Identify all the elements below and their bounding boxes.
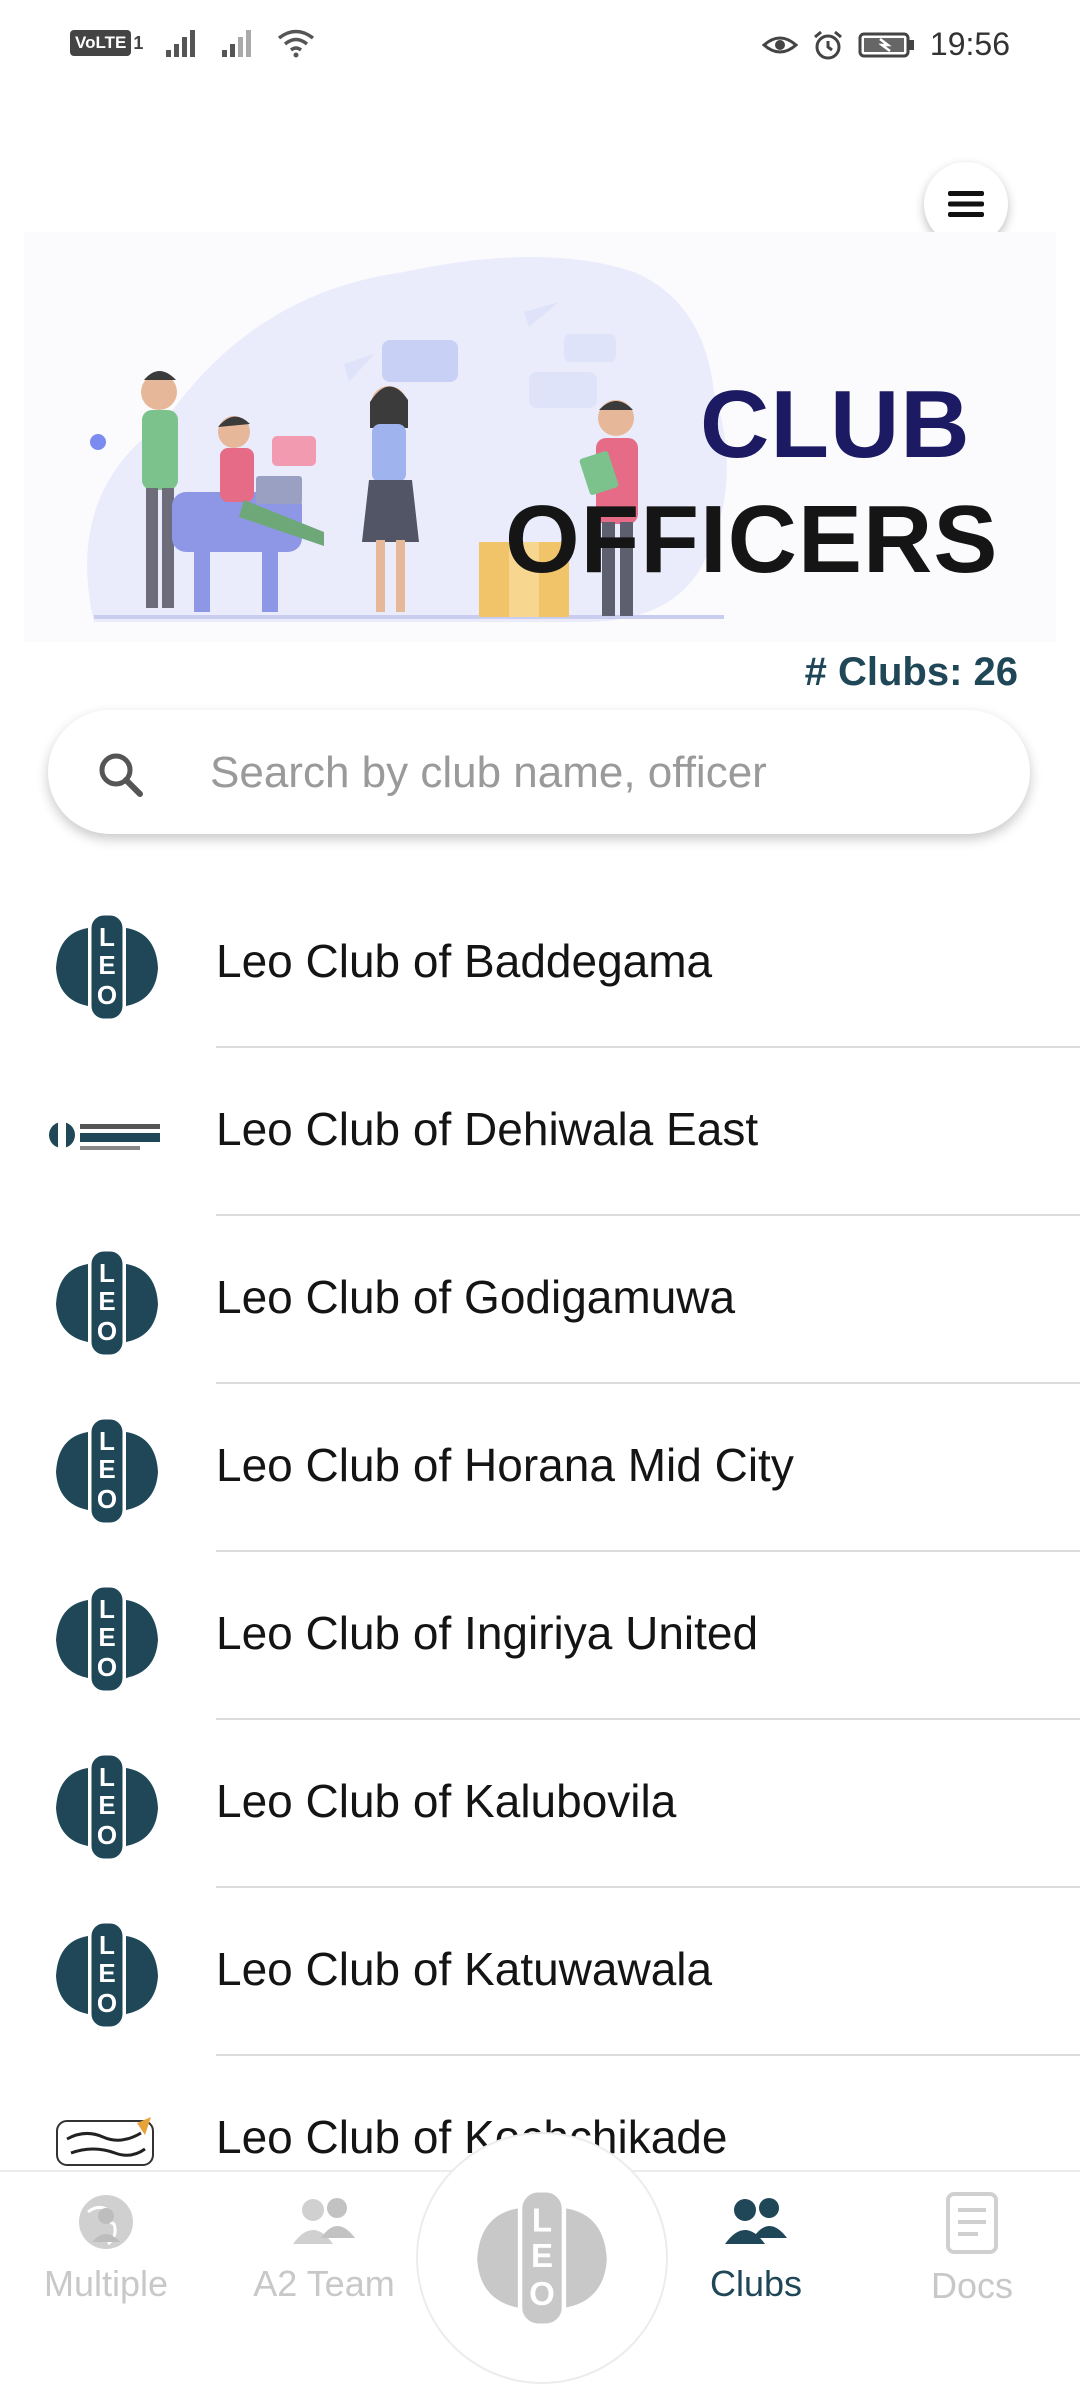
- search-input[interactable]: [208, 740, 992, 806]
- svg-text:E: E: [98, 1958, 115, 1988]
- banner-title-club: CLUB: [700, 371, 971, 478]
- leo-logo-icon: L E O: [477, 2188, 607, 2328]
- list-item[interactable]: L E O Leo Club of Ingiriya United: [0, 1552, 1080, 1720]
- globe-person-icon: [79, 2195, 133, 2249]
- svg-text:E: E: [531, 2238, 553, 2275]
- nav-a2-team[interactable]: A2 Team: [224, 2192, 424, 2305]
- hamburger-icon: [948, 191, 984, 217]
- club-name: Leo Club of Godigamuwa: [216, 1271, 736, 1323]
- banner-title-officers: OFFICERS: [505, 486, 999, 593]
- alarm-icon: [813, 30, 842, 59]
- svg-text:L: L: [99, 1930, 115, 1960]
- svg-text:O: O: [97, 1316, 117, 1346]
- wifi-icon: [278, 29, 315, 58]
- nav-multiple[interactable]: Multiple: [6, 2192, 206, 2305]
- list-item[interactable]: L E O Leo Club of Horana Mid City: [0, 1384, 1080, 1552]
- nav-home-leo[interactable]: L E O: [416, 2132, 668, 2384]
- volte-label: VoLTE: [70, 30, 132, 56]
- list-item[interactable]: L E O Leo Club of Baddegama: [0, 880, 1080, 1048]
- nav-docs[interactable]: Docs: [872, 2192, 1072, 2307]
- leo-logo-icon: L E O: [48, 1580, 166, 1698]
- nav-clubs[interactable]: Clubs: [656, 2192, 856, 2305]
- dehiwala-logo-icon: [48, 1076, 166, 1194]
- svg-text:L: L: [99, 1762, 115, 1792]
- volte-indicator: VoLTE 1: [70, 30, 143, 56]
- club-name: Leo Club of Baddegama: [216, 935, 713, 987]
- nav-label-docs: Docs: [930, 2265, 1014, 2306]
- svg-text:L: L: [99, 1426, 115, 1456]
- svg-text:L: L: [99, 1258, 115, 1288]
- eye-icon: [761, 36, 798, 53]
- signal-icon: [166, 30, 196, 57]
- svg-text:O: O: [529, 2276, 555, 2313]
- clubs-count: # Clubs: 26: [804, 650, 1018, 694]
- svg-text:O: O: [97, 1484, 117, 1514]
- leo-logo-icon: L E O: [48, 908, 166, 1026]
- svg-text:E: E: [98, 950, 115, 980]
- svg-text:E: E: [98, 1454, 115, 1484]
- nav-label-clubs: Clubs: [709, 2263, 803, 2304]
- clock: 19:56: [929, 26, 1010, 62]
- leo-logo-icon: L E O: [48, 1748, 166, 1866]
- status-left: VoLTE 1: [70, 28, 315, 58]
- club-name: Leo Club of Ingiriya United: [216, 1607, 759, 1659]
- list-item[interactable]: Leo Club of Dehiwala East: [0, 1048, 1080, 1216]
- status-right: 19:56: [761, 26, 1010, 63]
- svg-text:E: E: [98, 1790, 115, 1820]
- bottom-nav: Multiple A2 Team L E O Clubs Docs: [0, 2132, 1080, 2384]
- svg-text:O: O: [97, 1820, 117, 1850]
- club-name: Leo Club of Dehiwala East: [216, 1103, 759, 1155]
- signal-icon-2: [222, 30, 252, 57]
- svg-text:L: L: [99, 1594, 115, 1624]
- search-icon: [99, 753, 143, 797]
- leo-logo-icon: L E O: [48, 1244, 166, 1362]
- leo-logo-icon: L E O: [48, 1412, 166, 1530]
- svg-text:L: L: [532, 2202, 552, 2239]
- document-icon: [946, 2192, 998, 2254]
- battery-icon: [858, 32, 914, 57]
- nav-label-multiple: Multiple: [43, 2263, 169, 2304]
- svg-text:E: E: [98, 1622, 115, 1652]
- nav-label-a2-team: A2 Team: [253, 2263, 395, 2304]
- list-item[interactable]: L E O Leo Club of Kalubovila: [0, 1720, 1080, 1888]
- club-name: Leo Club of Katuwawala: [216, 1943, 713, 1995]
- leo-logo-icon: L E O: [48, 1916, 166, 2034]
- list-item[interactable]: L E O Leo Club of Godigamuwa: [0, 1216, 1080, 1384]
- svg-text:O: O: [97, 980, 117, 1010]
- volte-sub-label: 1: [133, 32, 144, 53]
- svg-text:O: O: [97, 1652, 117, 1682]
- svg-text:E: E: [98, 1286, 115, 1316]
- status-bar: VoLTE 1 19:56: [0, 0, 1080, 92]
- team-icon: [293, 2198, 355, 2244]
- search-bar[interactable]: [48, 710, 1030, 834]
- club-list: L E O Leo Club of Baddegama Leo Club of …: [0, 880, 1080, 2224]
- club-name: Leo Club of Horana Mid City: [216, 1439, 794, 1491]
- list-item[interactable]: L E O Leo Club of Katuwawala: [0, 1888, 1080, 2056]
- clubs-people-icon: [725, 2198, 787, 2244]
- svg-text:O: O: [97, 1988, 117, 2018]
- svg-text:L: L: [99, 922, 115, 952]
- club-name: Leo Club of Kalubovila: [216, 1775, 677, 1827]
